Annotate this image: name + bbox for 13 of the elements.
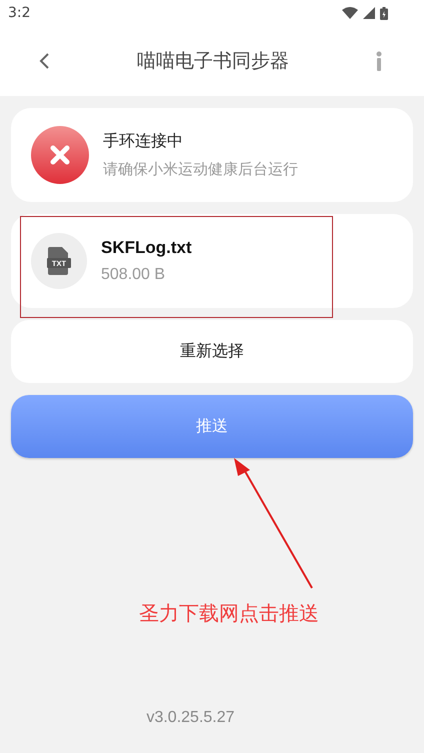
wifi-icon [342, 7, 358, 19]
reselect-button[interactable]: 重新选择 [11, 320, 413, 383]
app-title: 喵喵电子书同步器 [137, 49, 289, 74]
status-time: 3:2 [8, 5, 31, 21]
connection-hint: 请确保小米运动健康后台运行 [103, 160, 298, 179]
connection-title: 手环连接中 [103, 131, 184, 152]
file-size: 508.00 B [101, 266, 166, 284]
back-icon[interactable] [38, 52, 50, 70]
battery-icon [380, 6, 388, 20]
annotation-text: 圣力下载网点击推送 [139, 600, 319, 627]
signal-icon [363, 7, 375, 19]
file-name: SKFLog.txt [101, 238, 192, 258]
version-label: v3.0.25.5.27 [146, 709, 235, 727]
